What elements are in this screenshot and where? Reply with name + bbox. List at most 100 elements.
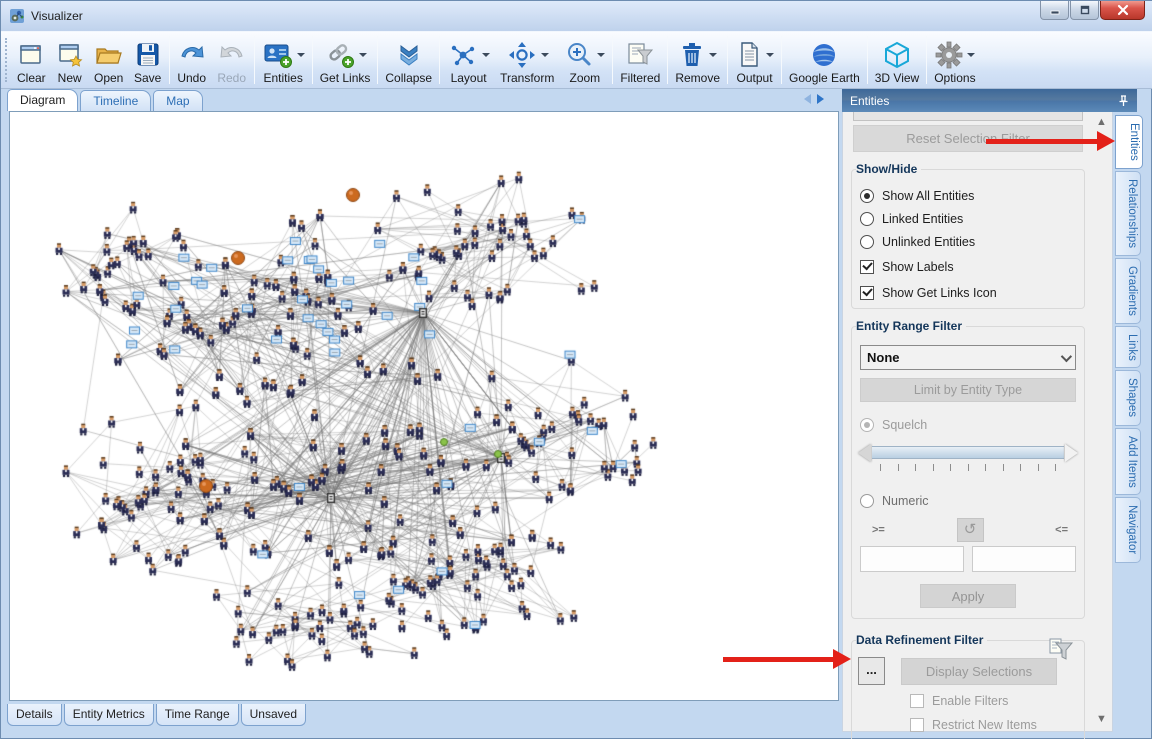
zoom-button[interactable]: Zoom — [559, 32, 610, 88]
3d-view-button[interactable]: 3D View — [870, 32, 924, 88]
slider-track[interactable] — [872, 446, 1064, 459]
zoom-dropdown-arrow[interactable] — [597, 53, 605, 57]
toolbar-separator — [439, 36, 440, 84]
radio-icon — [860, 189, 874, 203]
filtered-icon — [624, 39, 656, 71]
tab-unsaved[interactable]: Unsaved — [241, 704, 306, 726]
side-tab-navigator[interactable]: Navigator — [1115, 497, 1141, 562]
layout-dropdown-arrow[interactable] — [482, 53, 490, 57]
toolbar-separator — [867, 36, 868, 84]
gte-label: >= — [872, 524, 885, 536]
entity-range-dropdown[interactable]: None — [860, 345, 1076, 370]
apply-button[interactable]: Apply — [920, 584, 1016, 608]
annotation-arrowhead-entities-tab — [1097, 131, 1115, 151]
numeric-min-input[interactable] — [860, 546, 964, 572]
filtered-button[interactable]: Filtered — [615, 32, 665, 88]
clear-button[interactable]: Clear — [12, 32, 51, 88]
toolbar-separator — [926, 36, 927, 84]
toolbar-separator — [781, 36, 782, 84]
toolbar-separator — [667, 36, 668, 84]
checkbox-icon — [860, 260, 874, 274]
tab-map[interactable]: Map — [153, 90, 202, 111]
radio-unlinked-entities[interactable]: Unlinked Entities — [860, 235, 1076, 249]
panel-scrollbar[interactable]: ▲ ▼ — [1093, 114, 1110, 728]
transform-dropdown-arrow[interactable] — [541, 53, 549, 57]
numeric-max-input[interactable] — [972, 546, 1076, 572]
options-dropdown-arrow[interactable] — [967, 53, 975, 57]
google-earth-button[interactable]: Google Earth — [784, 32, 865, 88]
get-links-icon — [324, 39, 356, 71]
annotation-arrow-ellipsis-button — [723, 657, 835, 662]
checkbox-show-labels[interactable]: Show Labels — [860, 260, 1076, 274]
checkbox-restrict-new-items[interactable]: Restrict New Items — [910, 718, 1076, 732]
diagram-canvas[interactable] — [9, 111, 839, 701]
tab-details[interactable]: Details — [7, 704, 62, 726]
toolbar-separator — [254, 36, 255, 84]
network-graph[interactable] — [10, 112, 840, 702]
checkbox-show-get-links-icon[interactable]: Show Get Links Icon — [860, 286, 1076, 300]
entities-dropdown-arrow[interactable] — [297, 53, 305, 57]
toolbar: Clear New Open Save Undo Redo Entities — [1, 31, 1152, 89]
transform-button[interactable]: Transform — [495, 32, 559, 88]
scroll-up-icon[interactable]: ▲ — [1093, 114, 1110, 131]
collapse-button[interactable]: Collapse — [380, 32, 437, 88]
radio-numeric[interactable]: Numeric — [860, 494, 1076, 508]
get-links-button[interactable]: Get Links — [315, 32, 376, 88]
side-tab-links[interactable]: Links — [1115, 326, 1141, 369]
redo-button[interactable]: Redo — [212, 32, 252, 88]
toolbar-separator — [377, 36, 378, 84]
checkbox-icon — [910, 718, 924, 732]
tab-scroll-left-icon[interactable] — [804, 94, 811, 104]
remove-button[interactable]: Remove — [670, 32, 725, 88]
radio-show-all-entities[interactable]: Show All Entities — [860, 189, 1076, 203]
scroll-down-icon[interactable]: ▼ — [1093, 711, 1110, 728]
window-title: Visualizer — [31, 9, 83, 23]
open-button[interactable]: Open — [89, 32, 129, 88]
display-selections-button[interactable]: Display Selections — [901, 658, 1057, 685]
pin-icon[interactable] — [1118, 95, 1129, 107]
side-tab-gradients[interactable]: Gradients — [1115, 258, 1141, 324]
checkbox-icon — [910, 694, 924, 708]
side-tab-relationships[interactable]: Relationships — [1115, 171, 1141, 256]
side-tab-add-items[interactable]: Add Items — [1115, 428, 1141, 496]
output-dropdown-arrow[interactable] — [766, 53, 774, 57]
maximize-button[interactable] — [1070, 1, 1099, 20]
slider-right-arrow-icon[interactable] — [1065, 444, 1078, 462]
new-button[interactable]: New — [51, 32, 89, 88]
layout-icon — [447, 39, 479, 71]
tab-diagram[interactable]: Diagram — [7, 89, 78, 111]
entities-icon — [262, 39, 294, 71]
undo-icon — [177, 39, 207, 71]
tab-scroll-right-icon[interactable] — [817, 94, 824, 104]
app-icon — [9, 8, 25, 24]
radio-icon — [860, 212, 874, 226]
close-button[interactable] — [1100, 1, 1145, 20]
radio-icon — [860, 235, 874, 249]
output-button[interactable]: Output — [730, 32, 779, 88]
undo-button[interactable]: Undo — [172, 32, 212, 88]
options-button[interactable]: Options — [929, 32, 980, 88]
refinement-ellipsis-button[interactable]: ... — [858, 657, 885, 685]
tab-time-range[interactable]: Time Range — [156, 704, 239, 726]
squelch-slider[interactable] — [858, 444, 1078, 474]
tab-entity-metrics[interactable]: Entity Metrics — [64, 704, 154, 726]
save-button[interactable]: Save — [129, 32, 167, 88]
get-links-dropdown-arrow[interactable] — [359, 53, 367, 57]
side-tab-entities[interactable]: Entities — [1115, 115, 1143, 169]
side-tab-shapes[interactable]: Shapes — [1115, 370, 1141, 425]
refresh-button[interactable]: ↺ — [957, 518, 984, 542]
partially-scrolled-button[interactable] — [853, 112, 1083, 121]
slider-left-arrow-icon[interactable] — [858, 444, 871, 462]
limit-by-entity-type-button[interactable]: Limit by Entity Type — [860, 378, 1076, 402]
radio-squelch[interactable]: Squelch — [860, 418, 1076, 432]
slider-ticks — [880, 464, 1056, 471]
diagram-tab-strip: Diagram Timeline Map — [1, 89, 842, 111]
checkbox-enable-filters[interactable]: Enable Filters — [910, 694, 1076, 708]
minimize-button[interactable] — [1040, 1, 1069, 20]
entities-button[interactable]: Entities — [257, 32, 310, 88]
redo-icon — [217, 39, 247, 71]
remove-dropdown-arrow[interactable] — [709, 53, 717, 57]
tab-timeline[interactable]: Timeline — [80, 90, 151, 111]
layout-button[interactable]: Layout — [442, 32, 495, 88]
radio-linked-entities[interactable]: Linked Entities — [860, 212, 1076, 226]
